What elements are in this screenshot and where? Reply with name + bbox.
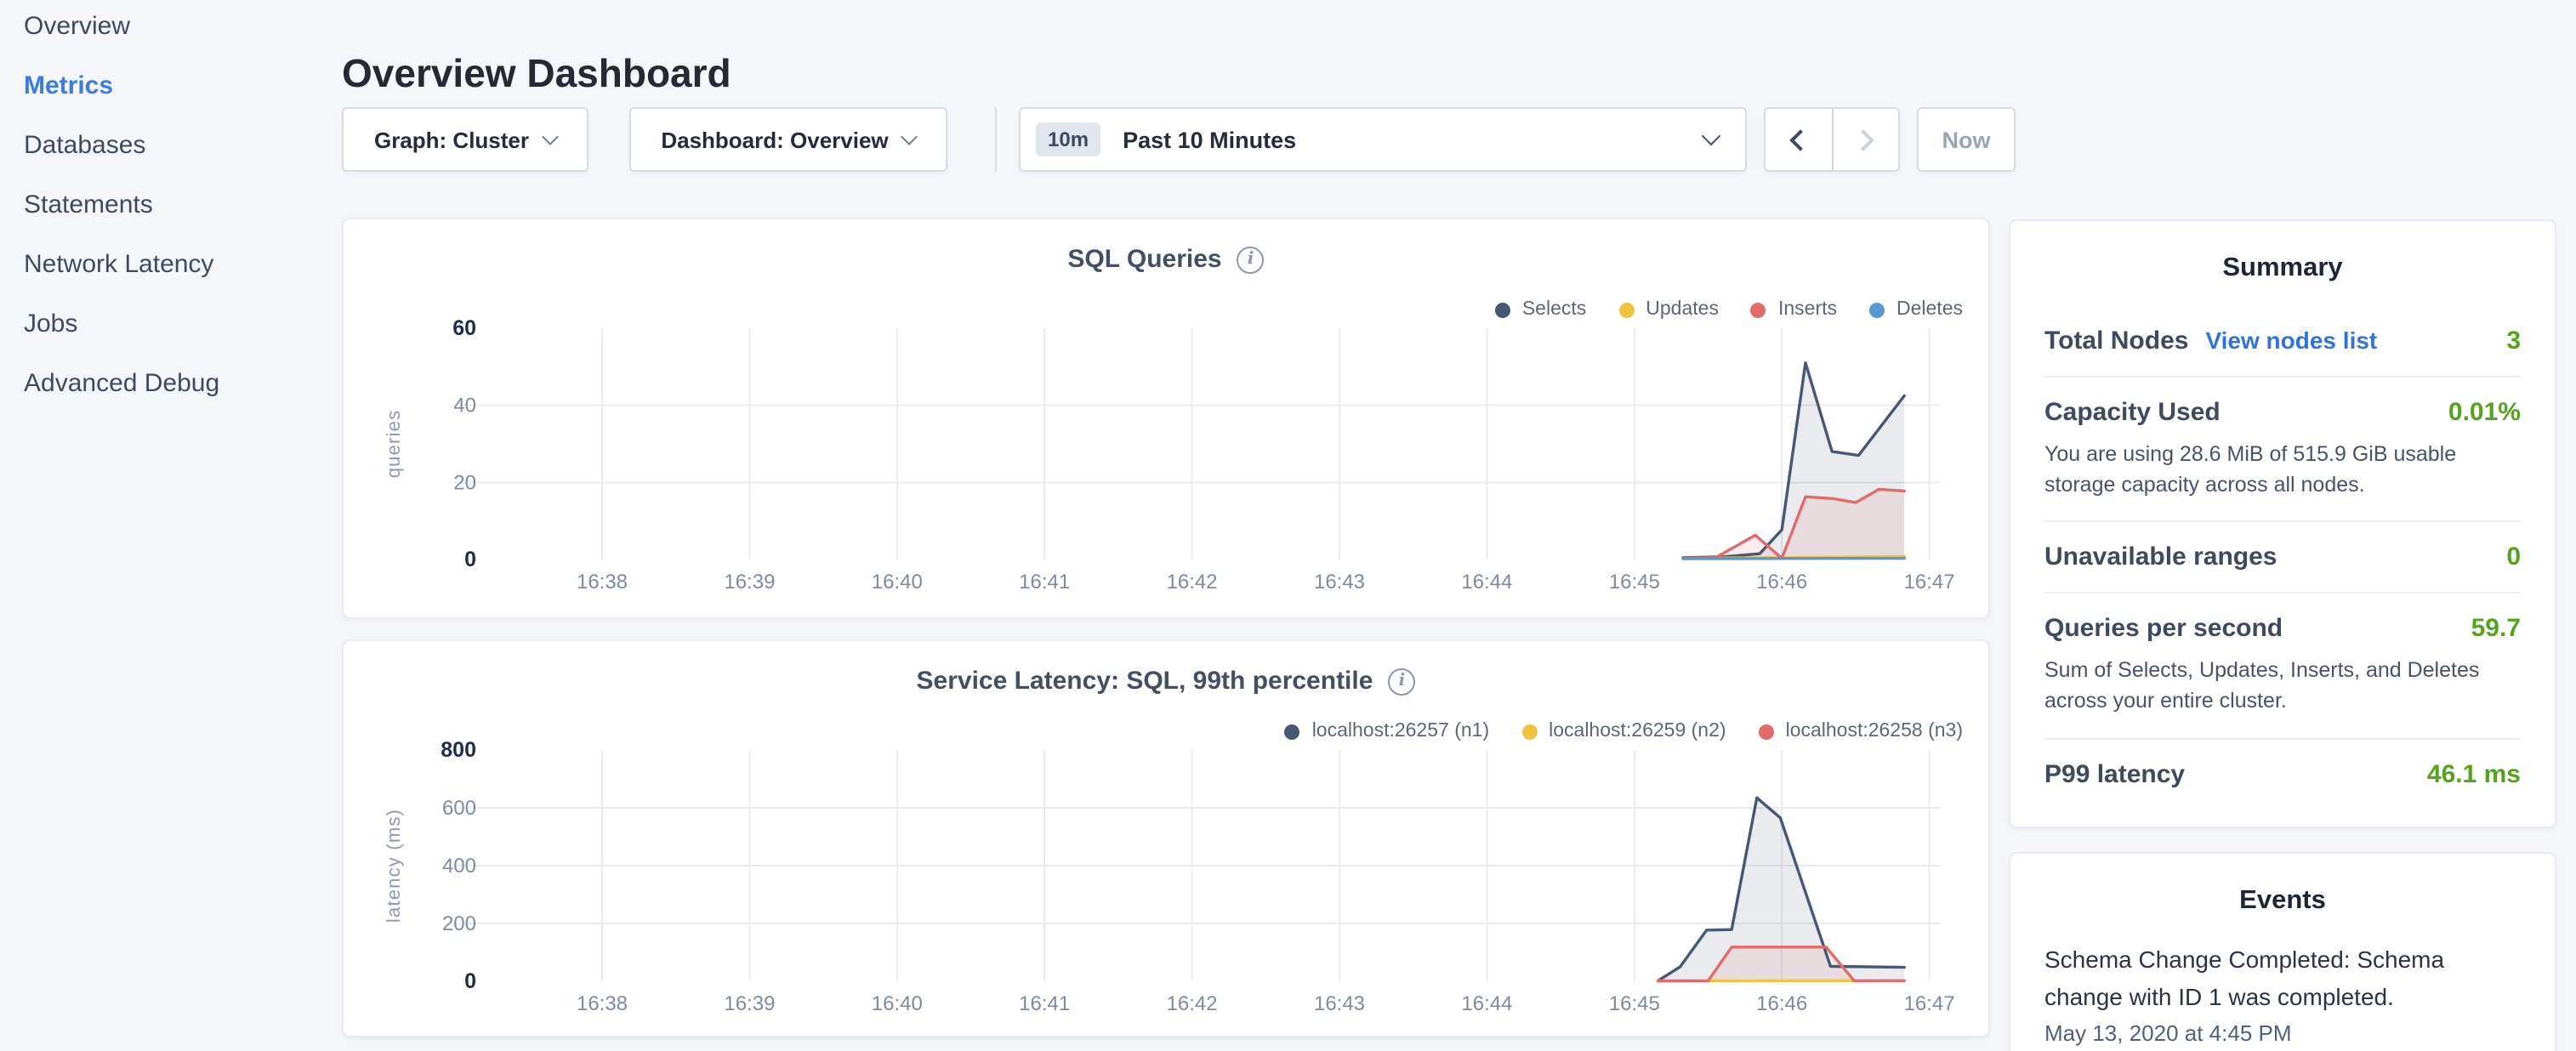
- summary-row-label: Queries per second: [2044, 615, 2283, 644]
- summary-row-value: 0.01%: [2448, 398, 2521, 427]
- controls-divider: [995, 107, 997, 172]
- x-tick-label: 16:47: [1904, 571, 1955, 594]
- summary-row-description: Sum of Selects, Updates, Inserts, and De…: [2044, 656, 2521, 718]
- summary-row-description: You are using 28.6 MiB of 515.9 GiB usab…: [2044, 439, 2521, 501]
- summary-rows: Total Nodes View nodes list 3 Capacity Used…: [2044, 306, 2521, 809]
- time-range-badge: 10m: [1036, 122, 1100, 156]
- chevron-down-icon: [901, 128, 918, 145]
- chevron-right-icon: [1852, 128, 1874, 150]
- time-step-buttons: [1764, 107, 1900, 172]
- summary-row-value: 3: [2506, 327, 2521, 355]
- sql-queries-chart: 16:38 16:39 16:40 16:41 16:42 16:43 16:44 16:45…: [344, 219, 1992, 621]
- summary-row: Unavailable ranges 0: [2044, 521, 2521, 593]
- sidebar-item-metrics[interactable]: Metrics: [24, 70, 340, 104]
- now-button[interactable]: Now: [1917, 107, 2016, 172]
- summary-row-label: Capacity Used: [2044, 398, 2221, 427]
- y-tick-label: 20: [453, 471, 476, 494]
- summary-row-label: Unavailable ranges: [2044, 543, 2277, 572]
- x-tick-label: 16:41: [1019, 571, 1070, 594]
- y-tick-label: 200: [442, 912, 476, 935]
- y-tick-label: 400: [442, 855, 476, 878]
- x-tick-label: 16:45: [1609, 992, 1660, 1015]
- summary-row-label: P99 latency: [2044, 759, 2185, 788]
- x-tick-label: 16:43: [1314, 571, 1365, 594]
- summary-row-label: Total Nodes: [2044, 327, 2188, 355]
- x-tick-label: 16:45: [1609, 571, 1660, 594]
- summary-row: Queries per second 59.7 Sum of Selects, Up…: [2044, 593, 2521, 738]
- dashboard-controls: Graph: Cluster Dashboard: Overview 10m P…: [0, 107, 2576, 172]
- chevron-down-icon: [1702, 127, 1721, 146]
- x-tick-label: 16:39: [724, 571, 775, 594]
- time-range-dropdown[interactable]: 10m Past 10 Minutes: [1019, 107, 1747, 172]
- chevron-left-icon: [1790, 128, 1811, 150]
- sql-queries-chart-card: SQL Queries i SelectsUpdatesInsertsDelet…: [342, 218, 1990, 619]
- sidebar-item-network-latency[interactable]: Network Latency: [24, 248, 340, 282]
- events-title: Events: [2044, 854, 2521, 939]
- summary-row: Capacity Used 0.01% You are using 28.6 MiB…: [2044, 376, 2521, 521]
- events-panel: Events Schema Change Completed: Schema c…: [2009, 852, 2556, 1051]
- summary-row: Total Nodes View nodes list 3: [2044, 306, 2521, 376]
- sidebar-item-overview[interactable]: Overview: [24, 10, 340, 44]
- view-nodes-link[interactable]: View nodes list: [2205, 327, 2377, 354]
- y-tick-label: 40: [453, 395, 476, 418]
- x-tick-label: 16:38: [577, 571, 628, 594]
- summary-title: Summary: [2044, 221, 2521, 306]
- x-tick-label: 16:47: [1904, 992, 1955, 1015]
- sidebar-item-statements[interactable]: Statements: [24, 189, 340, 223]
- dashboard-dropdown[interactable]: Dashboard: Overview: [629, 107, 947, 172]
- summary-row-value: 59.7: [2471, 615, 2521, 644]
- summary-row-value: 0: [2506, 543, 2521, 572]
- event-timestamp: May 13, 2020 at 4:45 PM: [2044, 1021, 2521, 1047]
- page-title: Overview Dashboard: [342, 48, 731, 99]
- x-tick-label: 16:40: [872, 571, 923, 594]
- db-console-page: OverviewMetricsDatabasesStatementsNetwor…: [0, 0, 2576, 1051]
- time-step-back-button[interactable]: [1766, 109, 1832, 170]
- event-text: Schema Change Completed: Schema change w…: [2044, 942, 2473, 1016]
- x-tick-label: 16:44: [1461, 571, 1512, 594]
- y-tick-label: 60: [452, 316, 476, 340]
- dashboard-dropdown-label: Dashboard: Overview: [661, 127, 888, 152]
- y-tick-label: 0: [464, 969, 476, 993]
- x-tick-label: 16:46: [1756, 571, 1807, 594]
- graph-dropdown-label: Graph: Cluster: [374, 127, 529, 152]
- x-tick-label: 16:40: [872, 992, 923, 1015]
- summary-row: P99 latency 46.1 ms: [2044, 737, 2521, 809]
- time-range-label: Past 10 Minutes: [1123, 127, 1704, 152]
- events-list: Schema Change Completed: Schema change w…: [2044, 942, 2521, 1047]
- y-tick-label: 0: [464, 548, 476, 571]
- x-tick-label: 16:42: [1167, 992, 1218, 1015]
- sidebar-item-advanced-debug[interactable]: Advanced Debug: [24, 367, 340, 401]
- y-tick-label: 600: [442, 797, 476, 820]
- event-item[interactable]: Schema Change Completed: Schema change w…: [2044, 942, 2521, 1047]
- time-step-forward-button[interactable]: [1832, 109, 1898, 170]
- x-tick-label: 16:39: [724, 992, 775, 1015]
- x-tick-label: 16:38: [577, 992, 628, 1015]
- x-tick-label: 16:46: [1756, 992, 1807, 1015]
- summary-row-value: 46.1 ms: [2427, 759, 2521, 788]
- service-latency-chart: 16:38 16:39 16:40 16:41 16:42 16:43 16:44 16:45…: [344, 641, 1992, 1039]
- chevron-down-icon: [542, 128, 559, 145]
- x-tick-label: 16:41: [1019, 992, 1070, 1015]
- service-latency-chart-card: Service Latency: SQL, 99th percentile i …: [342, 639, 1990, 1037]
- x-tick-label: 16:43: [1314, 992, 1365, 1015]
- graph-dropdown[interactable]: Graph: Cluster: [342, 107, 589, 172]
- sidebar-item-jobs[interactable]: Jobs: [24, 308, 340, 342]
- y-tick-label: 800: [441, 738, 476, 762]
- summary-panel: Summary Total Nodes View nodes list 3 Capac…: [2009, 219, 2556, 828]
- x-tick-label: 16:44: [1461, 992, 1512, 1015]
- x-tick-label: 16:42: [1167, 571, 1218, 594]
